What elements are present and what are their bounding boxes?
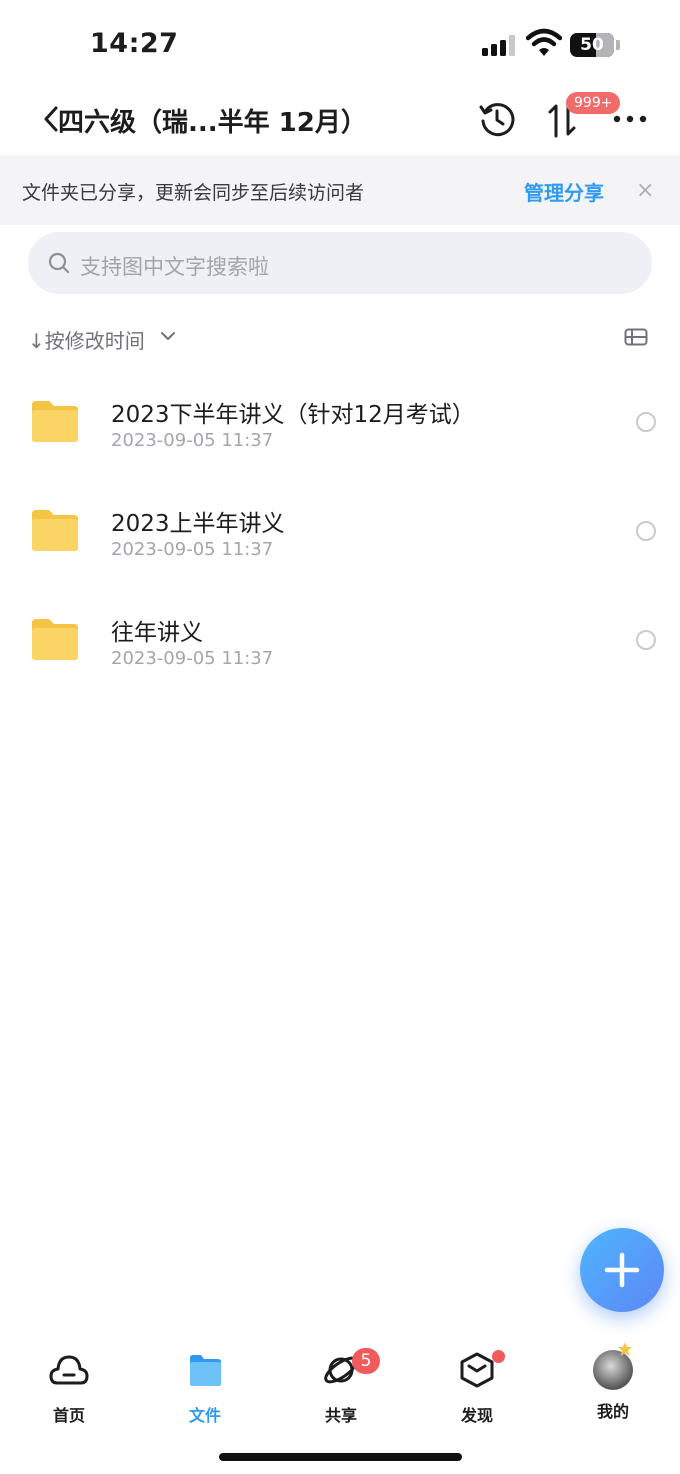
file-row[interactable] [0, 583, 680, 691]
more-dots-icon[interactable] [612, 106, 648, 132]
status-time: 14:27 [90, 28, 179, 59]
file-date: 2023-09-05 11:37 [111, 539, 274, 560]
tab-me-label: 我的 [596, 1402, 629, 1421]
avatar [593, 1350, 633, 1390]
select-radio[interactable] [636, 630, 656, 650]
battery-level: 50 [580, 35, 604, 55]
manage-share-link[interactable]: 管理分享 [524, 177, 604, 206]
folder-icon [190, 1355, 221, 1386]
plus-icon [604, 1252, 640, 1288]
file-name: 2023下半年讲义（针对12月考试） [111, 402, 475, 428]
page-title: 四六级（瑞...半年 12月） [58, 108, 367, 138]
history-clock-icon[interactable] [478, 100, 516, 138]
cellular-signal-icon [482, 34, 518, 56]
add-button[interactable] [580, 1228, 664, 1312]
chevron-down-icon[interactable] [160, 330, 176, 342]
search-placeholder: 支持图中文字搜索啦 [80, 255, 269, 279]
share-count-badge: 5 [352, 1348, 380, 1374]
file-name: 2023上半年讲义 [111, 511, 285, 537]
tab-files[interactable]: 文件 [155, 1350, 255, 1426]
folder-icon [32, 619, 78, 660]
folder-icon [32, 510, 78, 551]
tab-home[interactable]: 首页 [19, 1350, 119, 1426]
battery-tip [616, 40, 620, 50]
star-icon [618, 1342, 632, 1356]
discover-notification-dot [492, 1350, 505, 1363]
home-cloud-icon [49, 1355, 89, 1385]
tab-me[interactable]: 我的 [563, 1350, 663, 1422]
tab-home-label: 首页 [52, 1406, 85, 1425]
file-date: 2023-09-05 11:37 [111, 648, 274, 669]
wifi-icon [526, 28, 562, 56]
view-mode-icon[interactable] [624, 328, 648, 346]
select-radio[interactable] [636, 412, 656, 432]
file-date: 2023-09-05 11:37 [111, 430, 274, 451]
tab-share-label: 共享 [324, 1406, 357, 1425]
battery-icon: 50 [570, 33, 614, 57]
sort-selector[interactable]: ↓按修改时间 [28, 325, 145, 354]
discover-cube-icon [460, 1352, 494, 1388]
file-name: 往年讲义 [111, 620, 203, 646]
banner-close-icon[interactable]: × [636, 178, 654, 203]
home-indicator [219, 1453, 462, 1461]
search-icon [48, 252, 70, 274]
select-radio[interactable] [636, 521, 656, 541]
tab-discover[interactable]: 发现 [427, 1350, 527, 1426]
file-row[interactable] [0, 474, 680, 582]
folder-icon [32, 401, 78, 442]
tab-discover-label: 发现 [460, 1406, 493, 1425]
tab-files-label: 文件 [188, 1406, 221, 1425]
share-banner-text: 文件夹已分享，更新会同步至后续访问者 [22, 182, 365, 204]
